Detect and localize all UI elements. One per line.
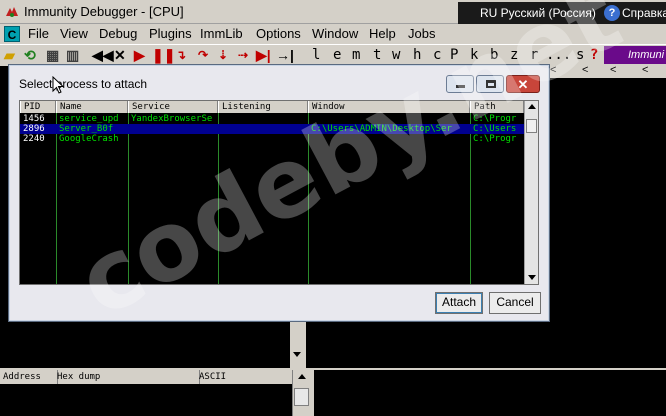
scroll-thumb[interactable] [294, 388, 309, 406]
window-title: Immunity Debugger - [CPU] [24, 4, 184, 19]
go-to-icon[interactable]: →| [276, 46, 294, 64]
menu-window[interactable]: Window [312, 26, 358, 41]
row-service: YandexBrowserSe [131, 114, 213, 124]
dump-scrollbar[interactable] [292, 370, 310, 416]
menu-jobs[interactable]: Jobs [408, 26, 435, 41]
process-list-scrollbar[interactable] [524, 101, 538, 284]
row-pid: 2896 [23, 124, 45, 134]
menu-plugins[interactable]: Plugins [149, 26, 192, 41]
toolbar-threads-button[interactable]: t [373, 46, 381, 64]
step-into-icon[interactable]: ↴ [176, 46, 186, 64]
cancel-button[interactable]: Cancel [489, 292, 541, 314]
disassembly-scrollbar[interactable] [290, 322, 306, 368]
nav-left-arrow[interactable]: < [642, 64, 648, 76]
column-pid[interactable]: PID [20, 101, 56, 113]
row-service [128, 124, 218, 134]
menu-help[interactable]: Help [369, 26, 396, 41]
menu-immlib[interactable]: ImmLib [200, 26, 243, 41]
restart-icon[interactable]: ⟲ [24, 46, 36, 64]
menu-file[interactable]: File [28, 26, 49, 41]
column-listening[interactable]: Listening [218, 101, 308, 113]
dump-column-address[interactable]: Address [0, 370, 58, 384]
trace-over-icon[interactable]: ⇢ [238, 46, 248, 64]
toolbar-modules-button[interactable]: e [333, 46, 341, 64]
dump-header: Address Hex dump ASCII [0, 370, 298, 384]
scroll-thumb[interactable] [526, 119, 537, 133]
dump-column-ascii[interactable]: ASCII [196, 370, 296, 384]
rewind-icon[interactable]: ◀◀ [92, 46, 114, 64]
row-name: GoogleCrash [59, 134, 119, 144]
close-process-icon[interactable]: ✕ [114, 46, 126, 64]
column-service[interactable]: Service [128, 101, 218, 113]
column-name[interactable]: Name [56, 101, 128, 113]
scroll-up-icon[interactable] [298, 374, 306, 379]
scroll-down-icon[interactable] [293, 352, 301, 357]
mouse-cursor-icon [52, 76, 64, 94]
execute-till-return-icon[interactable]: ▶| [256, 46, 271, 64]
menu-debug[interactable]: Debug [99, 26, 137, 41]
stack-pane[interactable] [312, 370, 666, 416]
attach-button[interactable]: Attach [435, 292, 483, 314]
open-folder-icon[interactable]: ▰ [4, 46, 15, 64]
dump-pane[interactable]: Address Hex dump ASCII [0, 370, 310, 416]
menu-options[interactable]: Options [256, 26, 301, 41]
row-service [128, 134, 218, 144]
pause-icon[interactable]: ❚❚ [152, 46, 175, 64]
dump-column-hex[interactable]: Hex dump [54, 370, 200, 384]
menu-view[interactable]: View [60, 26, 88, 41]
row-pid: 2240 [23, 134, 45, 144]
memory-icon[interactable]: ▦ [46, 46, 59, 64]
run-icon[interactable]: ▶ [134, 46, 145, 64]
toolbar-log-button[interactable]: l [312, 46, 320, 64]
toolbar-memory-button[interactable]: m [352, 46, 360, 64]
scroll-down-icon[interactable] [528, 275, 536, 280]
help-link[interactable]: Справка [622, 6, 666, 20]
modules-icon[interactable]: ▥ [66, 46, 79, 64]
step-over-icon[interactable]: ↷ [198, 46, 208, 64]
immunity-app-icon[interactable] [4, 4, 20, 20]
row-name: Server_B0f [59, 124, 114, 134]
trace-into-icon[interactable]: ⇣ [218, 46, 228, 64]
row-pid: 1456 [23, 114, 45, 124]
cpu-window-icon[interactable]: C [4, 26, 20, 42]
dialog-title: Select process to attach [19, 77, 148, 91]
row-name: service_upd [59, 114, 119, 124]
